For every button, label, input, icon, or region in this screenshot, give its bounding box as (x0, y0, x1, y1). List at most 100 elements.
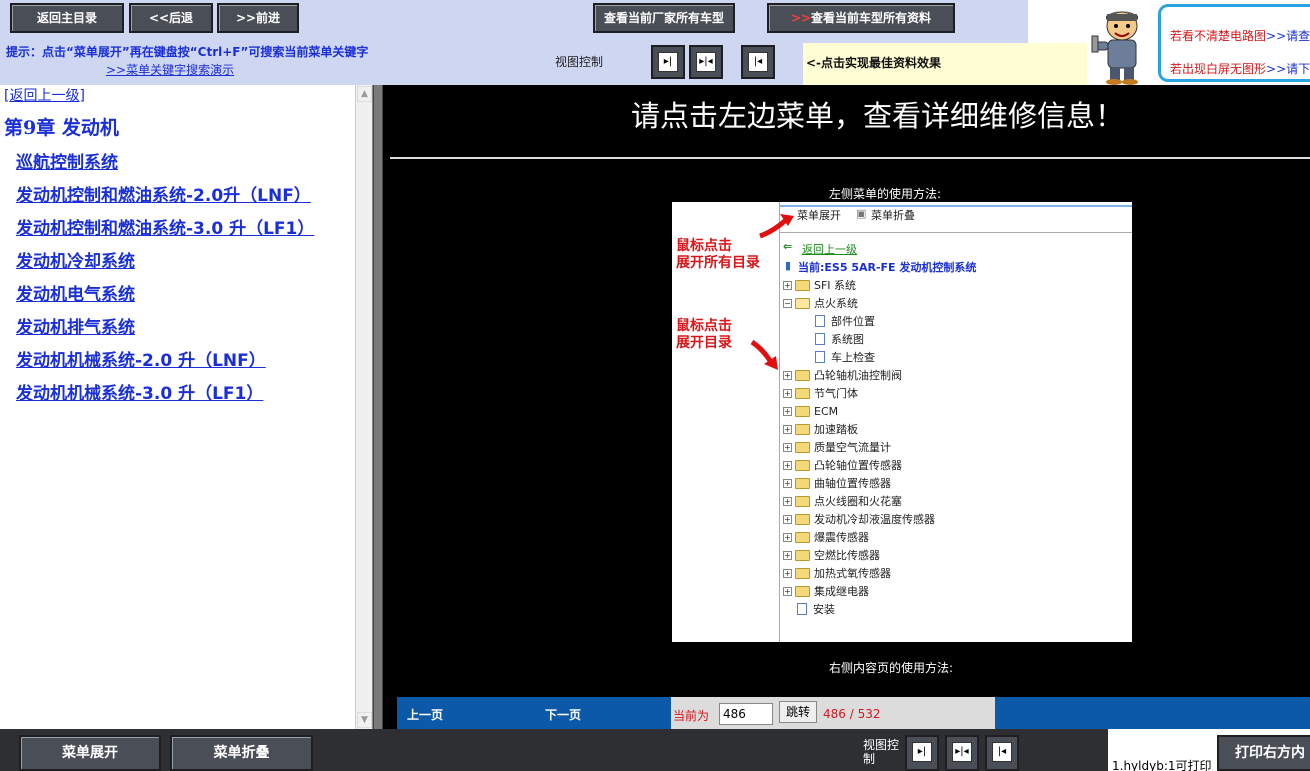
next-page-button[interactable]: 下一页 (545, 706, 581, 723)
tree-row: 系统图 (815, 330, 864, 348)
tree-row: − 点火系统 (783, 294, 858, 312)
double-arrow-icon: >> (790, 11, 812, 25)
tree-row: 部件位置 (815, 312, 875, 330)
tree-row: + 质量空气流量计 (783, 438, 891, 456)
tree-row-label: 车上检查 (831, 351, 875, 364)
folder-icon (795, 369, 810, 381)
bottom-view-control-label: 视图控制 (863, 738, 900, 766)
prev-page-button[interactable]: 上一页 (407, 706, 443, 723)
menu-item[interactable]: 发动机排气系统 (16, 313, 135, 338)
tree-row-label: 点火系统 (814, 297, 858, 310)
collapse-menu-button[interactable]: 菜单折叠 (170, 735, 313, 771)
left-scrollbar[interactable]: ▲ ▼ (355, 85, 372, 729)
menu-item[interactable]: 发动机机械系统-3.0 升（LF1） (16, 379, 263, 404)
demo-back-link: 返回上一级 (802, 243, 857, 256)
title-divider (390, 157, 1310, 159)
folder-icon (795, 477, 810, 489)
expand-plus-icon: + (783, 370, 792, 380)
folder-icon (795, 549, 810, 561)
folder-icon (795, 531, 810, 543)
tree-row: + 凸轮轴位置传感器 (783, 456, 902, 474)
left-usage-label: 左侧菜单的使用方法: (829, 187, 942, 201)
demo-rule (779, 232, 1132, 233)
folder-icon (795, 459, 810, 471)
folder-icon (795, 405, 810, 417)
view-expand-right-button[interactable]: ▸| (651, 45, 685, 79)
tree-row: 车上检查 (815, 348, 875, 366)
expand-menu-button[interactable]: 菜单展开 (19, 735, 161, 771)
forward-button[interactable]: >>前进 (217, 3, 299, 33)
tree-row: + 加速踏板 (783, 420, 858, 438)
expand-plus-icon: + (783, 406, 792, 416)
chapter-title: 第9章 发动机 (4, 117, 119, 139)
page-count: 486 / 532 (823, 707, 881, 721)
content-title: 请点击左边菜单，查看详细维修信息！ (631, 99, 1125, 133)
page-number-input[interactable] (719, 703, 773, 725)
view-control-label: 视图控制 (555, 55, 604, 69)
bottom-view-expand-left-button[interactable]: |◂ (985, 735, 1019, 771)
notice-line-1-text: 若看不清楚电路图 (1170, 29, 1267, 43)
scroll-up-icon[interactable]: ▲ (357, 86, 372, 102)
tree-row: + 凸轮轴机油控制阀 (783, 366, 902, 384)
bottom-toolbar: 菜单展开 菜单折叠 视图控制 ▸| ▸|◂ |◂ 1.hyldyb:1可打印 打… (0, 729, 1310, 771)
collapse-minus-icon: − (783, 298, 792, 308)
notice-line-1-link[interactable]: >>请查 (1266, 29, 1310, 43)
view-models-button[interactable]: 查看当前厂家所有车型 (593, 3, 735, 33)
expand-plus-icon: + (783, 460, 792, 470)
tree-row: + 加热式氧传感器 (783, 564, 891, 582)
search-hint: 提示：点击“菜单展开”再在键盘按“Ctrl+F”可搜索当前菜单关键字 (6, 45, 369, 59)
tree-row-label: 爆震传感器 (814, 531, 869, 544)
arrow-right-bar-icon: ▸| (912, 742, 932, 762)
view-expand-left-button[interactable]: |◂ (741, 45, 775, 79)
menu-item[interactable]: 发动机机械系统-2.0 升（LNF） (16, 346, 266, 371)
page-jump-group: 当前为 跳转 486 / 532 (671, 697, 995, 729)
tree-row-label: 点火线圈和火花塞 (814, 495, 902, 508)
expand-plus-icon: + (783, 496, 792, 506)
annotation-expand: 鼠标点击 展开目录 (676, 318, 732, 351)
top-toolbar: 返回主目录 <<后退 >>前进 查看当前厂家所有车型 >>查看当前车型所有资料 … (0, 0, 1310, 85)
bottom-view-expand-right-button[interactable]: ▸| (905, 735, 939, 771)
jump-button[interactable]: 跳转 (779, 701, 817, 723)
menu-item[interactable]: 巡航控制系统 (16, 148, 118, 173)
tree-row-label: ECM (814, 404, 839, 418)
green-back-arrow-icon: ⇐ (783, 240, 793, 253)
scroll-down-icon[interactable]: ▼ (357, 712, 372, 728)
print-right-button[interactable]: 打印右方内 (1217, 735, 1310, 771)
tree-row: + 集成继电器 (783, 582, 869, 600)
home-button[interactable]: 返回主目录 (10, 3, 124, 33)
folder-icon (795, 441, 810, 453)
expand-plus-icon: + (783, 478, 792, 488)
tree-row-label: 节气门体 (814, 387, 858, 400)
tree-row: + 点火线圈和火花塞 (783, 492, 902, 510)
bottom-view-split-button[interactable]: ▸|◂ (945, 735, 979, 771)
notice-line-2: 若出现白屏无图形>>请下 (1170, 60, 1310, 77)
best-view-tip: <-点击实现最佳资料效果 (803, 43, 1087, 85)
menu-item[interactable]: 发动机控制和燃油系统-2.0升（LNF） (16, 181, 311, 206)
current-node-icon: ▮ (785, 259, 792, 272)
expand-plus-icon: + (783, 586, 792, 596)
search-demo-link[interactable]: >>菜单关键字搜索演示 (106, 61, 234, 78)
menu-item[interactable]: 发动机电气系统 (16, 280, 135, 305)
tree-row-label: SFI 系统 (814, 279, 857, 292)
page-icon (815, 333, 825, 345)
arrow-left-bar-icon: |◂ (748, 52, 768, 72)
back-button[interactable]: <<后退 (129, 3, 213, 33)
back-up-link[interactable]: [返回上一级] (4, 85, 85, 105)
view-all-data-label: 查看当前车型所有资料 (811, 11, 932, 25)
tree-row: 安装 (797, 600, 835, 618)
page-icon (815, 351, 825, 363)
view-all-data-button[interactable]: >>查看当前车型所有资料 (767, 3, 955, 33)
tree-row-label: 凸轮轴机油控制阀 (814, 369, 902, 382)
tree-row-label: 系统图 (831, 333, 864, 346)
tree-row-label: 曲轴位置传感器 (814, 477, 891, 490)
menu-item[interactable]: 发动机控制和燃油系统-3.0 升（LF1） (16, 214, 314, 239)
notice-line-1: 若看不清楚电路图>>请查 (1170, 27, 1310, 44)
tree-row-label: 集成继电器 (814, 585, 869, 598)
tree-row-label: 空燃比传感器 (814, 549, 880, 562)
panel-splitter[interactable] (373, 85, 383, 729)
bottom-panel: 菜单展开 菜单折叠 视图控制 ▸| ▸|◂ |◂ (0, 729, 1108, 771)
menu-item[interactable]: 发动机冷却系统 (16, 247, 135, 272)
notice-line-2-link[interactable]: >>请下 (1266, 62, 1310, 76)
view-split-button[interactable]: ▸|◂ (689, 45, 723, 79)
folder-icon (795, 495, 810, 507)
